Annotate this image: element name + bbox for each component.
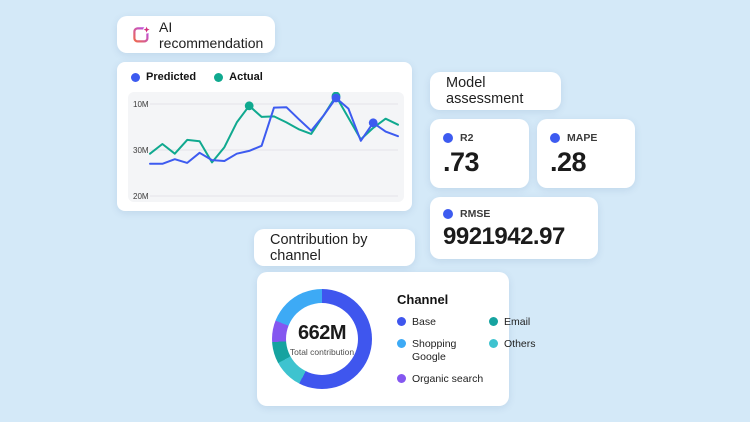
contribution-title: Contribution by channel: [270, 232, 399, 264]
donut-center: 662M Total contribution: [286, 303, 358, 375]
legend-label-predicted: Predicted: [146, 71, 196, 83]
r2-dot-icon: [443, 133, 453, 143]
prediction-chart-legend: Predicted Actual: [117, 62, 412, 89]
metric-card-r2: R2 .73: [430, 119, 529, 188]
organic-search-label: Organic search: [412, 373, 483, 386]
contribution-chart-card: 662M Total contribution Channel Base Ema…: [257, 272, 509, 406]
metric-card-mape: MAPE .28: [537, 119, 635, 188]
base-label: Base: [412, 316, 436, 329]
r2-value: .73: [430, 144, 529, 178]
line-chart: 10M 30M 20M: [128, 92, 404, 202]
svg-text:10M: 10M: [133, 100, 149, 109]
shopping-google-dot-icon: [397, 339, 406, 348]
r2-label: R2: [460, 132, 473, 144]
predicted-dot-icon: [131, 73, 140, 82]
rmse-label: RMSE: [460, 208, 490, 220]
model-assessment-title: Model assessment: [446, 75, 545, 107]
ai-recommendation-button[interactable]: AI recommendation: [117, 16, 275, 53]
legend-label-actual: Actual: [229, 71, 263, 83]
channel-legend-title: Channel: [397, 292, 501, 307]
legend-item-base[interactable]: Base: [397, 316, 485, 329]
organic-search-dot-icon: [397, 374, 406, 383]
rmse-dot-icon: [443, 209, 453, 219]
actual-dot-icon: [214, 73, 223, 82]
legend-item-shopping-google[interactable]: Shopping Google: [397, 338, 485, 364]
shopping-google-label: Shopping Google: [412, 338, 472, 364]
legend-item-predicted[interactable]: Predicted: [131, 71, 196, 83]
prediction-chart-card: Predicted Actual 10M 30M 20M: [117, 62, 412, 211]
legend-item-others[interactable]: Others: [489, 338, 536, 364]
model-assessment-header[interactable]: Model assessment: [430, 72, 561, 110]
svg-text:30M: 30M: [133, 146, 149, 155]
line-chart-plot: 10M 30M 20M: [128, 92, 404, 202]
mape-value: .28: [537, 144, 635, 178]
mape-label: MAPE: [567, 132, 597, 144]
others-label: Others: [504, 338, 536, 351]
legend-item-email[interactable]: Email: [489, 316, 536, 329]
dashboard-canvas: AI recommendation Predicted Actual 10M 30…: [0, 0, 750, 422]
base-dot-icon: [397, 317, 406, 326]
svg-text:20M: 20M: [133, 192, 149, 201]
total-contribution-value: 662M: [298, 322, 346, 345]
ai-sparkle-icon: [133, 26, 151, 44]
legend-item-actual[interactable]: Actual: [214, 71, 263, 83]
total-contribution-label: Total contribution: [290, 347, 354, 357]
email-dot-icon: [489, 317, 498, 326]
donut-chart: 662M Total contribution: [272, 289, 372, 389]
ai-recommendation-label: AI recommendation: [159, 19, 263, 51]
metric-card-rmse: RMSE 9921942.97: [430, 197, 598, 259]
contribution-header[interactable]: Contribution by channel: [254, 229, 415, 266]
legend-item-organic-search[interactable]: Organic search: [397, 373, 536, 386]
others-dot-icon: [489, 339, 498, 348]
channel-legend: Channel Base Email Shopping Google Other…: [397, 292, 501, 387]
mape-dot-icon: [550, 133, 560, 143]
rmse-value: 9921942.97: [430, 220, 598, 251]
email-label: Email: [504, 316, 530, 329]
